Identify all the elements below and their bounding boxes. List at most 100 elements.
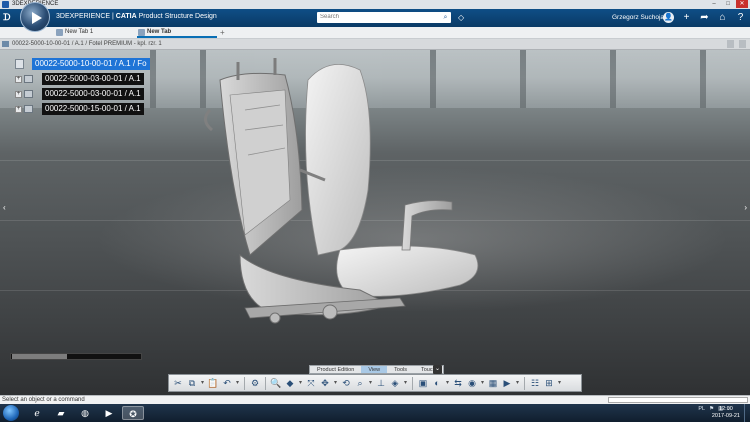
share-icon[interactable]: ➦ <box>699 11 710 24</box>
tab-view[interactable]: View <box>361 366 388 373</box>
fit-all-icon[interactable]: ⤧ <box>305 377 317 390</box>
zoom-area-icon[interactable]: ⌕ <box>354 377 366 390</box>
3dexperience-icon[interactable]: ✪ <box>122 406 144 420</box>
tree-node-label[interactable]: 00022-5000-03-00-01 / A.1 <box>42 73 144 85</box>
chevron-down-icon[interactable]: ▾ <box>200 377 205 390</box>
chevron-down-icon[interactable]: ▾ <box>515 377 520 390</box>
hide-show-icon[interactable]: ◐ <box>431 377 443 390</box>
folder-icon[interactable]: ▰ <box>50 406 72 420</box>
toolbar-separator <box>265 376 266 390</box>
ie-icon[interactable]: ℯ <box>26 406 48 420</box>
app-header: ᗪ 3DEXPERIENCE | CATIA Product Structure… <box>0 9 750 27</box>
firefox-icon[interactable]: ◍ <box>74 406 96 420</box>
chevron-down-icon[interactable]: ▾ <box>333 377 338 390</box>
paste-icon[interactable]: 📋 <box>207 377 219 390</box>
render-style-icon[interactable]: ▣ <box>417 377 429 390</box>
copy-icon[interactable]: ⧉ <box>186 377 198 390</box>
iso-view-icon[interactable]: ◈ <box>389 377 401 390</box>
toolbar-separator <box>244 376 245 390</box>
cut-icon[interactable]: ✂ <box>172 377 184 390</box>
start-button[interactable] <box>3 405 19 421</box>
seat-3d-model[interactable] <box>190 50 490 340</box>
product-icon <box>2 41 9 47</box>
header-icons: 👤 + ➦ ⌂ ? <box>663 11 746 24</box>
taskbar: ℯ ▰ ◍ ▶ ✪ PL ⚑ ▥ ♪ 12:00 2017-09-21 <box>0 404 750 422</box>
breadcrumb-tools <box>727 40 746 48</box>
chevron-down-icon[interactable]: ▾ <box>368 377 373 390</box>
cube-view-icon[interactable]: ◆ <box>284 377 296 390</box>
tag-icon[interactable]: ◇ <box>458 13 464 22</box>
tab-product-edition[interactable]: Product Edition <box>310 366 361 373</box>
collapse-action-bar-button[interactable]: ⌄ <box>433 365 442 374</box>
close-button[interactable]: ✕ <box>736 0 748 8</box>
chevron-down-icon[interactable]: ▾ <box>445 377 450 390</box>
show-desktop-button[interactable] <box>744 404 750 422</box>
tab-new-tab-1[interactable]: New Tab 1 <box>55 27 135 38</box>
tab-tools[interactable]: Tools <box>387 366 414 373</box>
app-icon <box>2 1 9 8</box>
expand-icon[interactable]: + <box>15 106 22 113</box>
normal-view-icon[interactable]: ⊥ <box>375 377 387 390</box>
part-icon <box>24 90 33 98</box>
measure-icon[interactable]: ⊞ <box>543 377 555 390</box>
tree-node-label[interactable]: 00022-5000-15-00-01 / A.1 <box>42 103 144 115</box>
media-icon[interactable]: ▶ <box>98 406 120 420</box>
chevron-down-icon[interactable]: ▾ <box>403 377 408 390</box>
layout-icon[interactable]: ▦ <box>487 377 499 390</box>
chevron-down-icon[interactable]: ▾ <box>298 377 303 390</box>
expand-icon[interactable] <box>739 40 746 48</box>
rotate-icon[interactable]: ⟲ <box>340 377 352 390</box>
add-icon[interactable]: + <box>681 11 692 24</box>
home-icon[interactable]: ⌂ <box>717 11 728 24</box>
window-controls: – □ ✕ <box>708 0 748 9</box>
compass-icon[interactable] <box>20 2 50 32</box>
chevron-left-icon[interactable]: ‹ <box>3 203 6 212</box>
swap-visible-icon[interactable]: ⇆ <box>452 377 464 390</box>
pin-icon[interactable] <box>727 40 734 48</box>
part-icon <box>24 105 33 113</box>
search-input[interactable] <box>317 12 451 23</box>
tree-icon[interactable]: ☷ <box>529 377 541 390</box>
expand-icon[interactable]: + <box>15 91 22 98</box>
add-tab-button[interactable]: + <box>220 27 225 38</box>
3d-viewport[interactable]: ‹ › 00022-5000-10-00-01 / A.1 / Fo + 000… <box>0 50 750 395</box>
language-indicator[interactable]: PL <box>698 406 705 412</box>
ds-logo-icon: ᗪ <box>3 12 11 22</box>
status-bar: Select an object or a command <box>0 395 750 404</box>
tab-bar: New Tab 1 New Tab + <box>0 27 750 39</box>
status-text: Select an object or a command <box>2 397 85 403</box>
command-input[interactable] <box>608 397 748 403</box>
zoom-icon[interactable]: 🔍 <box>270 377 282 390</box>
chevron-down-icon[interactable]: ▾ <box>557 377 562 390</box>
clock[interactable]: 12:00 2017-09-21 <box>712 406 740 420</box>
tab-new-tab[interactable]: New Tab <box>137 27 217 38</box>
undo-icon[interactable]: ↶ <box>221 377 233 390</box>
action-bar: ✂ ⧉ ▾ 📋 ↶ ▾ ⚙ 🔍 ◆ ▾ ⤧ ✥ ▾ ⟲ ⌕ ▾ ⊥ ◈ ▾ ▣ ◐ ▾ ⇆ ◉ ▾ ▦ ▶ ▾ ☷ ⊞ ▾ <box>168 374 582 392</box>
search-icon[interactable]: ⌕ <box>441 13 450 22</box>
chevron-down-icon[interactable]: ▾ <box>235 377 240 390</box>
expand-icon[interactable]: + <box>15 76 22 83</box>
maximize-button[interactable]: □ <box>722 0 734 8</box>
settings-icon[interactable]: ⚙ <box>249 377 261 390</box>
ambience-icon[interactable]: ◉ <box>466 377 478 390</box>
minimize-button[interactable]: – <box>708 0 720 8</box>
breadcrumb: 00022-5000-10-00-01 / A.1 / Fotel PREMIU… <box>0 39 750 50</box>
assembly-icon <box>15 59 24 69</box>
tree-node-label[interactable]: 00022-5000-10-00-01 / A.1 / Fo <box>32 58 150 70</box>
tab-icon <box>138 29 145 36</box>
user-name[interactable]: Grzegorz Suchojad <box>612 14 668 21</box>
help-icon[interactable]: ? <box>735 11 746 24</box>
app-title: 3DEXPERIENCE | CATIA Product Structure D… <box>56 13 217 20</box>
chevron-down-icon[interactable]: ▾ <box>480 377 485 390</box>
tree-node-label[interactable]: 00022-5000-03-00-01 / A.1 <box>42 88 144 100</box>
os-title-bar: 3DEXPERIENCE – □ ✕ <box>0 0 750 9</box>
pan-icon[interactable]: ✥ <box>319 377 331 390</box>
part-icon <box>24 75 33 83</box>
progress-fill <box>12 354 67 359</box>
tab-icon <box>56 29 63 36</box>
breadcrumb-text[interactable]: 00022-5000-10-00-01 / A.1 / Fotel PREMIU… <box>12 41 162 47</box>
user-icon[interactable]: 👤 <box>663 12 674 23</box>
action-bar-tabs: Product Edition View Tools Touch <box>309 365 444 374</box>
play-icon[interactable]: ▶ <box>501 377 513 390</box>
chevron-right-icon[interactable]: › <box>744 203 747 212</box>
